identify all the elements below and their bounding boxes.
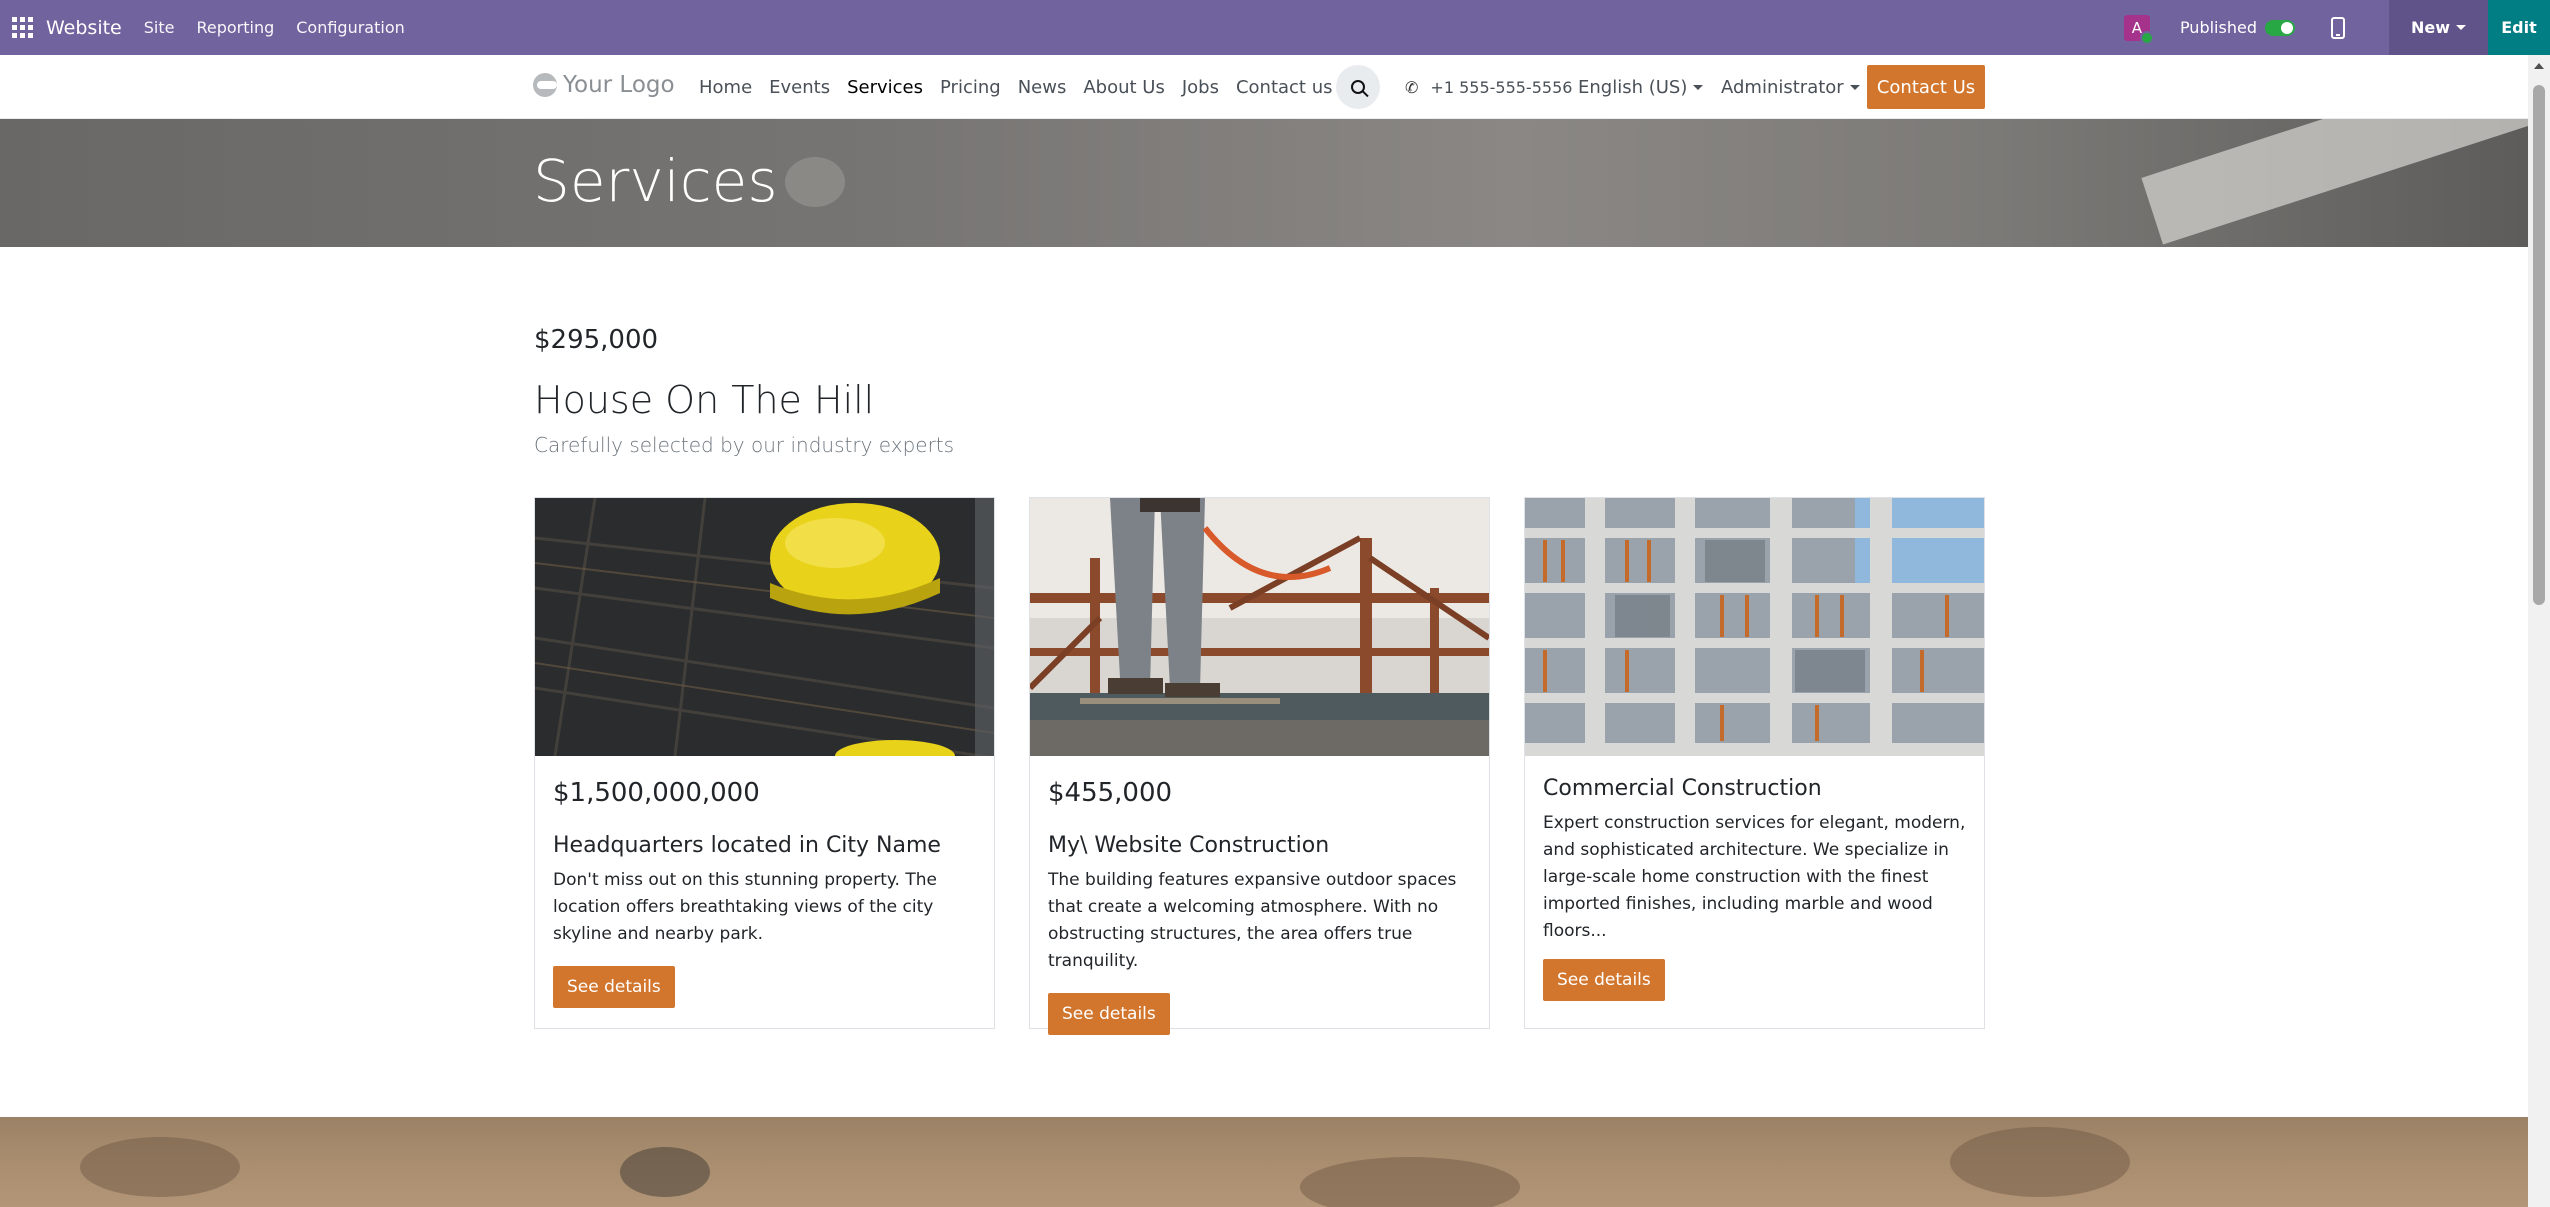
logo-text: Your Logo	[563, 72, 675, 98]
card-description: Don't miss out on this stunning property…	[553, 870, 937, 944]
nav-link-home[interactable]: Home	[699, 77, 752, 98]
new-button-label: New	[2410, 18, 2450, 37]
admin-menu-configuration[interactable]: Configuration	[296, 18, 405, 37]
hero-background-beam	[2141, 119, 2528, 245]
page-scrollbar[interactable]	[2528, 55, 2550, 1207]
edit-button[interactable]: Edit	[2488, 0, 2550, 55]
admin-right-group: A Published New Edit	[2123, 0, 2550, 55]
search-icon	[1351, 80, 1365, 94]
card-image-hardhat	[535, 498, 994, 756]
admin-menu-site[interactable]: Site	[144, 18, 175, 37]
nav-link-jobs[interactable]: Jobs	[1182, 77, 1219, 98]
apps-grid-icon[interactable]	[2, 0, 42, 55]
caret-down-icon	[1693, 84, 1704, 90]
listing-card: $1,500,000,000 Headquarters located in C…	[534, 497, 995, 1029]
card-body: My\ Website Construction The building fe…	[1048, 833, 1473, 1035]
see-details-button[interactable]: See details	[553, 966, 675, 1008]
card-image-worker-scaffold	[1030, 498, 1489, 756]
search-button[interactable]	[1336, 65, 1380, 109]
nav-link-about-us[interactable]: About Us	[1083, 77, 1165, 98]
phone-icon: ✆	[1405, 77, 1419, 97]
logo-mark-icon	[533, 73, 557, 97]
hero-banner: Services	[0, 119, 2528, 247]
phone-number: +1 555-555-5556	[1430, 77, 1573, 97]
listing-card: Commercial Construction Expert construct…	[1524, 497, 1985, 1029]
language-label: English (US)	[1578, 76, 1688, 98]
card-description: Expert construction services for elegant…	[1543, 813, 1966, 941]
card-image-building-frame	[1525, 498, 1984, 756]
strip-texture	[620, 1147, 710, 1197]
caret-down-icon	[1849, 84, 1860, 90]
nav-link-news[interactable]: News	[1018, 77, 1067, 98]
nav-link-events[interactable]: Events	[769, 77, 830, 98]
phone-link[interactable]: ✆ +1 555-555-5556	[1405, 55, 1572, 119]
see-details-button[interactable]: See details	[1543, 959, 1665, 1001]
bottom-image-construction-site	[0, 1117, 2528, 1207]
card-description: The building features expansive outdoor …	[1048, 870, 1457, 971]
card-body: Commercial Construction Expert construct…	[1543, 776, 1968, 1001]
avatar-letter: A	[2131, 18, 2143, 37]
strip-texture	[1300, 1157, 1520, 1207]
language-dropdown[interactable]: English (US)	[1578, 55, 1704, 119]
contact-us-button[interactable]: Contact Us	[1867, 65, 1985, 109]
user-dropdown[interactable]: Administrator	[1721, 55, 1860, 119]
card-price: $1,500,000,000	[553, 778, 760, 808]
hero-background-lamp	[785, 157, 845, 207]
site-navbar: Your Logo Home Events Services Pricing N…	[0, 55, 2528, 119]
listing-card: $455,000 My\ Website Construction The bu…	[1029, 497, 1490, 1035]
card-title[interactable]: My\ Website Construction	[1048, 833, 1473, 858]
user-label: Administrator	[1721, 76, 1844, 98]
page-title: Services	[533, 147, 778, 215]
caret-down-icon	[2456, 25, 2466, 30]
strip-texture	[80, 1137, 240, 1197]
avatar[interactable]: A	[2123, 14, 2154, 45]
section-subtitle: Carefully selected by our industry exper…	[534, 433, 955, 457]
published-label: Published	[2179, 18, 2257, 37]
site-logo[interactable]: Your Logo	[533, 72, 675, 98]
scroll-up-arrow-icon[interactable]	[2534, 63, 2544, 69]
admin-menu-reporting[interactable]: Reporting	[196, 18, 274, 37]
mobile-preview-icon[interactable]	[2330, 16, 2345, 39]
section-title: House On The Hill	[534, 378, 875, 422]
admin-bar: Website Site Reporting Configuration A P…	[0, 0, 2550, 55]
card-title[interactable]: Commercial Construction	[1543, 776, 1968, 801]
section-price: $295,000	[534, 325, 659, 355]
nav-link-pricing[interactable]: Pricing	[940, 77, 1001, 98]
scroll-thumb[interactable]	[2533, 85, 2545, 605]
nav-links: Home Events Services Pricing News About …	[699, 55, 1350, 119]
see-details-button[interactable]: See details	[1048, 993, 1170, 1035]
admin-brand[interactable]: Website	[46, 17, 122, 39]
nav-link-services[interactable]: Services	[847, 77, 923, 98]
nav-link-contact-us[interactable]: Contact us	[1236, 77, 1333, 98]
card-price: $455,000	[1048, 778, 1173, 808]
card-title[interactable]: Headquarters located in City Name	[553, 833, 978, 858]
published-toggle[interactable]	[2264, 19, 2295, 36]
card-body: Headquarters located in City Name Don't …	[553, 833, 978, 1008]
strip-texture	[1950, 1127, 2130, 1197]
new-button[interactable]: New	[2388, 0, 2488, 55]
